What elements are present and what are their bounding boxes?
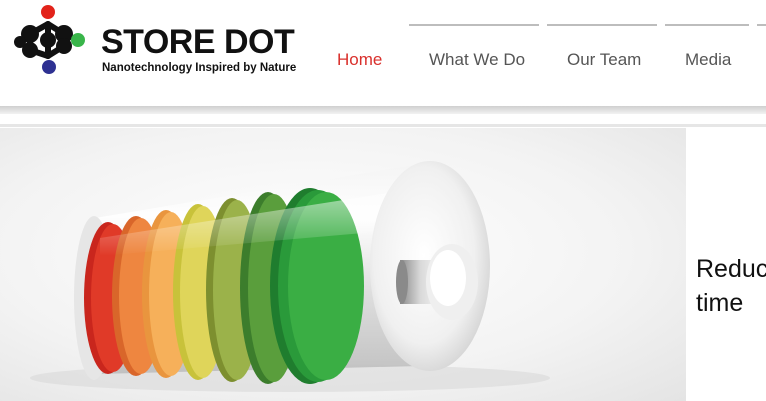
hero-headline-line: time — [696, 289, 744, 317]
nav-divider — [665, 24, 749, 26]
site-header: STORE DOT Nanotechnology Inspired by Nat… — [0, 0, 766, 106]
nav-item-media[interactable]: Media — [685, 50, 731, 70]
battery-charge-icon — [30, 161, 550, 392]
nav-divider — [547, 24, 657, 26]
header-shadow — [0, 106, 766, 114]
hero-banner — [0, 128, 686, 401]
nav-divider — [757, 24, 766, 26]
hero-headline: Reduc time — [696, 252, 766, 320]
nav-item-home[interactable]: Home — [337, 50, 382, 70]
nav-item-what-we-do[interactable]: What We Do — [429, 50, 525, 70]
header-divider — [0, 124, 766, 127]
main-nav: Home What We Do Our Team Media — [0, 0, 766, 106]
nav-item-our-team[interactable]: Our Team — [567, 50, 641, 70]
hero-headline-line: Reduc — [696, 255, 766, 283]
nav-divider — [409, 24, 539, 26]
